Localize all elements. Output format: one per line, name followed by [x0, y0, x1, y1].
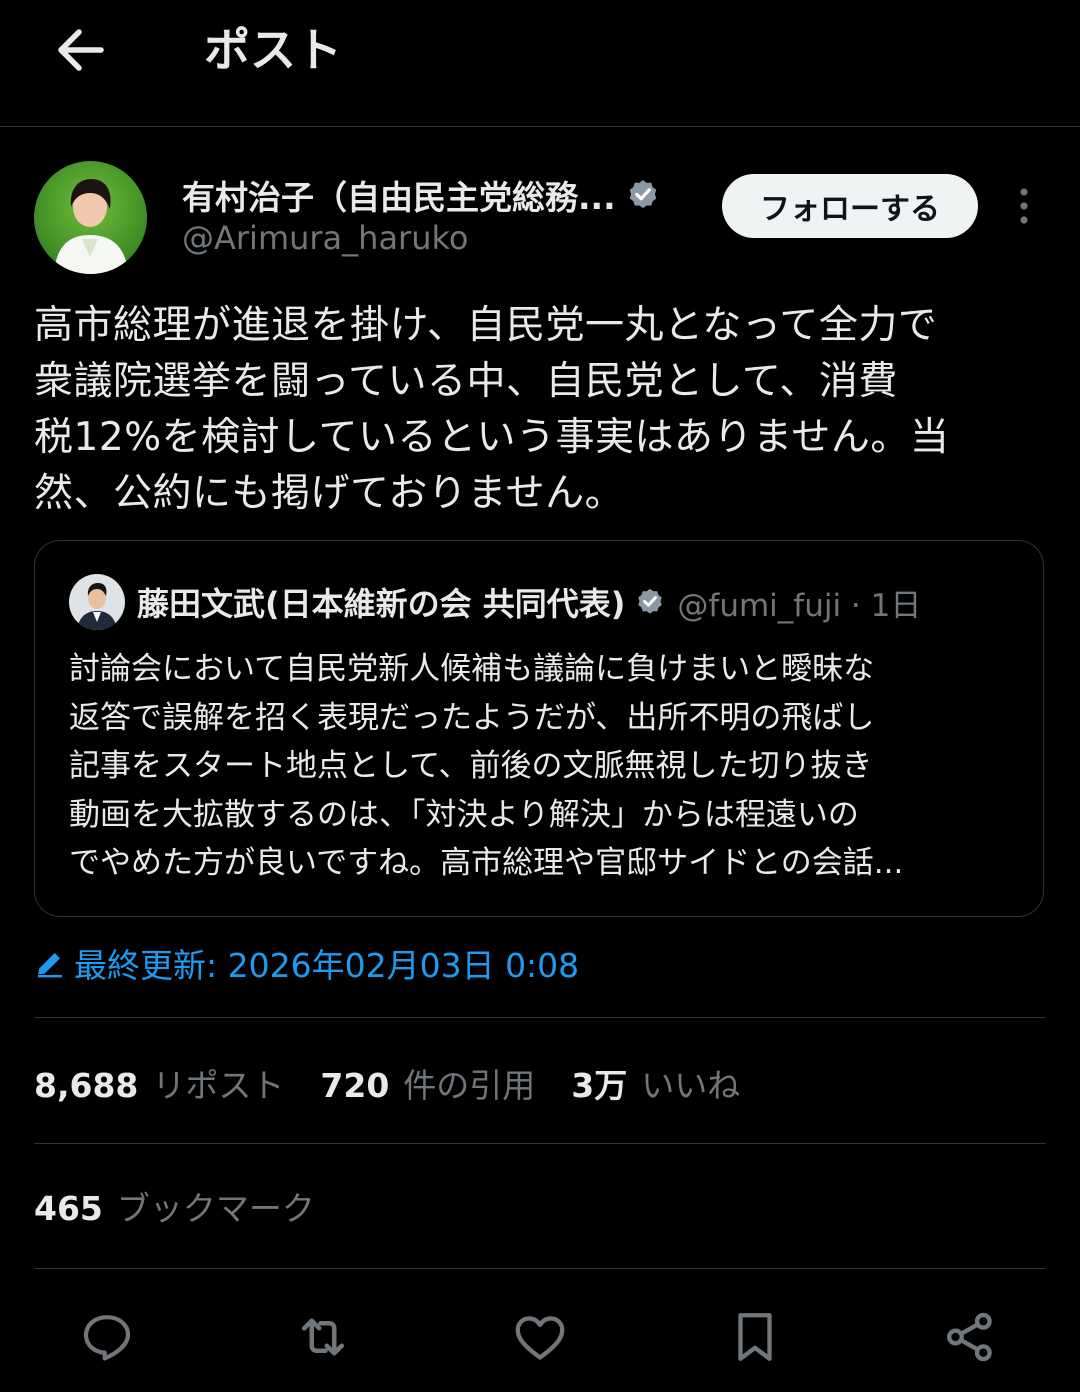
quoted-text-line: 記事をスタート地点として、前後の文脈無視した切り抜き [69, 748, 873, 784]
post-text-line: 衆議院選挙を闘っている中、自民党として、消費 [34, 359, 898, 404]
author-name-row[interactable]: 有村治子（自由民主党総務... [182, 172, 660, 218]
more-options-button[interactable] [1004, 184, 1044, 228]
quoted-author-avatar [69, 574, 125, 630]
quoted-post-header: 藤田文武(日本維新の会 共同代表) @fumi_fuji · 1日 [137, 577, 921, 627]
reposts-label: リポスト [152, 1066, 285, 1105]
post-text-line: 税12%を検討しているという事実はありません。当 [34, 415, 950, 460]
verified-badge-icon [638, 588, 663, 614]
last-edited-link[interactable]: 最終更新: 2026年02月03日 0:08 [34, 940, 579, 986]
pencil-icon [38, 953, 62, 978]
avatar-photo [34, 161, 147, 274]
quoted-text-line: 動画を大拡散するのは、「対決より解決」からは程遠いの [69, 796, 859, 833]
quoted-author-name: 藤田文武(日本維新の会 共同代表) [137, 585, 626, 623]
follow-button[interactable]: フォローする [722, 174, 978, 238]
bookmarks-stat[interactable]: 465 ブックマーク [34, 1182, 315, 1232]
quoted-text-line: でやめた方が良いですね。高市総理や官邸サイドとの会話... [69, 845, 904, 881]
quoted-text-line: 返答で誤解を招く表現だったようだが、出所不明の飛ばし [69, 699, 875, 736]
likes-stat[interactable]: 3万 いいね [571, 1059, 740, 1107]
page-title: ポスト [204, 23, 342, 77]
bookmarks-count: 465 [34, 1189, 103, 1228]
reposts-stat[interactable]: 8,688 リポスト [34, 1059, 284, 1107]
divider [34, 1143, 1046, 1144]
like-button[interactable] [505, 1302, 575, 1372]
repost-button[interactable] [288, 1302, 358, 1372]
quoted-post-text: 討論会において自民党新人候補も議論に負けまいと曖昧な 返答で誤解を招く表現だった… [69, 645, 1019, 888]
author-name[interactable]: 有村治子（自由民主党総務... [182, 171, 616, 219]
reply-button[interactable] [72, 1302, 142, 1372]
reposts-count: 8,688 [34, 1066, 139, 1105]
verified-badge-icon [629, 180, 656, 209]
post-text-line: 然、公約にも掲げておりません。 [34, 471, 625, 516]
quoted-text-line: 討論会において自民党新人候補も議論に負けまいと曖昧な [69, 651, 875, 687]
repost-icon [302, 1318, 344, 1356]
top-bar: ポスト [0, 0, 1080, 127]
bookmark-icon [738, 1313, 772, 1361]
arrow-left-icon [58, 29, 104, 71]
reply-icon [83, 1315, 131, 1361]
quoted-avatar-photo [69, 574, 125, 630]
author-avatar[interactable] [34, 161, 147, 274]
more-vertical-icon [1020, 188, 1028, 224]
bookmarks-label: ブックマーク [116, 1189, 315, 1228]
engagement-stats: 8,688 リポスト 720 件の引用 3万 いいね [34, 1058, 776, 1108]
quoted-post-card[interactable]: 藤田文武(日本維新の会 共同代表) @fumi_fuji · 1日 討論会におい… [34, 540, 1044, 917]
post-text: 高市総理が進退を掛け、自民党一丸となって全力で 衆議院選挙を闘っている中、自民党… [34, 298, 1044, 522]
last-edited-text[interactable]: 最終更新: 2026年02月03日 0:08 [74, 939, 579, 987]
quotes-label: 件の引用 [403, 1066, 536, 1105]
like-icon [515, 1316, 565, 1360]
likes-label: いいね [641, 1066, 741, 1105]
quoted-handle-and-time: @fumi_fuji · 1日 [677, 587, 922, 624]
divider [34, 1017, 1046, 1018]
share-icon [947, 1312, 992, 1362]
likes-count: 3万 [571, 1066, 628, 1105]
quotes-count: 720 [320, 1066, 390, 1105]
bookmark-button[interactable] [720, 1302, 790, 1372]
action-bar [0, 1302, 1080, 1372]
divider [34, 1268, 1046, 1269]
post-detail-screen: ポスト 有村治子（自由民主党総務... @Arimura_haruko フォロー… [0, 0, 1080, 1392]
post-text-line: 高市総理が進退を掛け、自民党一丸となって全力で [34, 303, 938, 348]
share-button[interactable] [935, 1302, 1005, 1372]
quotes-stat[interactable]: 720 件の引用 [320, 1059, 535, 1107]
author-handle[interactable]: @Arimura_haruko [182, 218, 468, 258]
back-button[interactable] [50, 22, 110, 78]
